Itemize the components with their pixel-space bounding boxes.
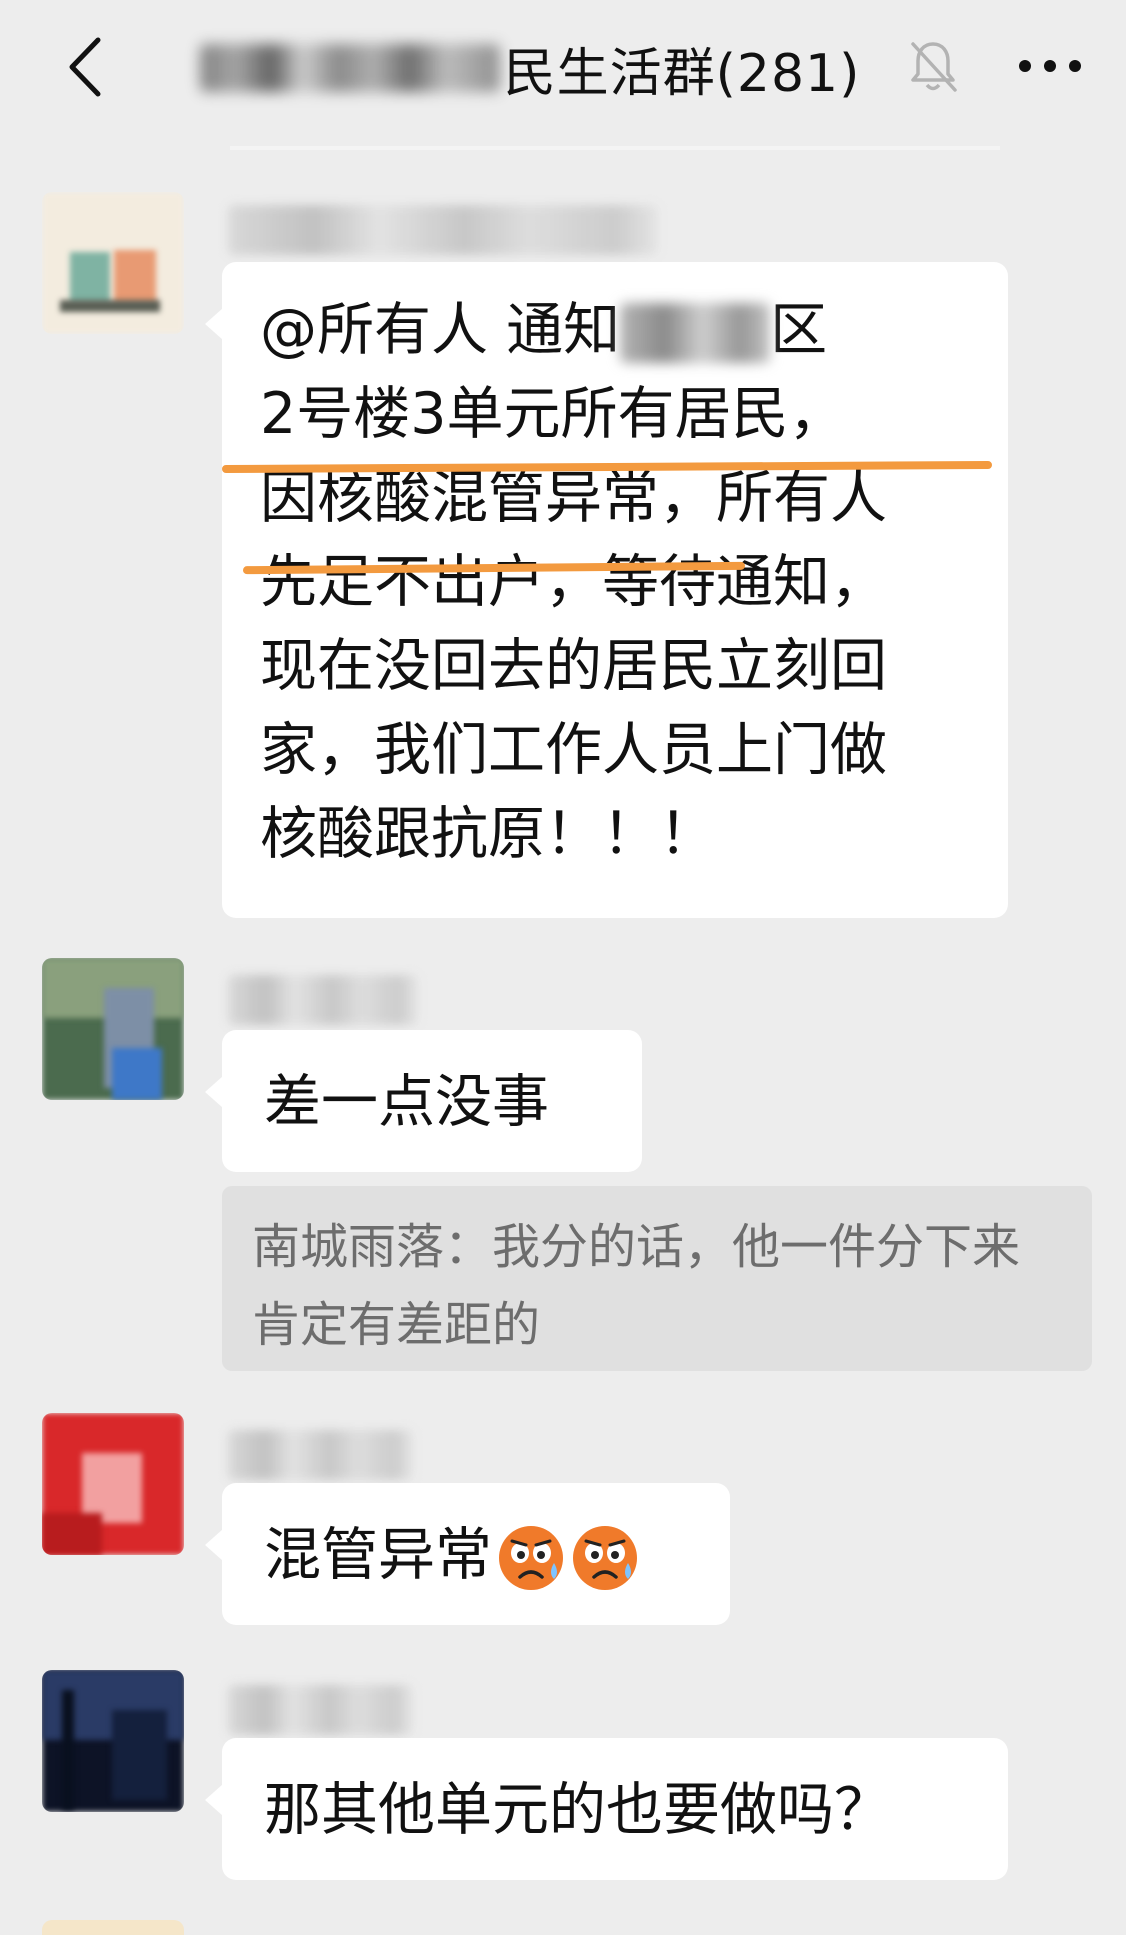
sender-name-redacted xyxy=(228,1685,413,1735)
message-text: 那其他单元的也要做吗？ xyxy=(264,1777,891,1843)
message-bubble[interactable]: 差一点没事 xyxy=(205,1030,642,1172)
chevron-left-icon xyxy=(69,37,101,97)
redacted-group-name xyxy=(199,44,500,92)
sender-name-redacted xyxy=(228,1430,413,1480)
message-line: 核酸跟抗原！！！ xyxy=(260,801,716,867)
avatar[interactable] xyxy=(42,192,184,334)
more-button[interactable] xyxy=(1010,36,1090,96)
message-text: 差一点没事 xyxy=(264,1069,549,1135)
message-line: 先足不出户，等待通知， xyxy=(260,549,887,615)
message-bubble[interactable]: 那其他单元的也要做吗？ xyxy=(205,1738,1008,1880)
message-line: @所有人 通知区 xyxy=(260,297,828,364)
quoted-message[interactable]: 南城雨落：我分的话，他一件分下来肯定有差距的 xyxy=(222,1186,1092,1371)
message-bubble[interactable]: @所有人 通知区 2号楼3单元所有居民， 因核酸混管异常，所有人 先足不出户，等… xyxy=(205,262,1008,918)
chat-title-text: 民生活群(281) xyxy=(503,43,861,104)
anxious-sweat-face-icon xyxy=(573,1526,637,1591)
more-dots-icon xyxy=(1019,60,1081,72)
message-line: 2号楼3单元所有居民， xyxy=(260,381,846,447)
chat-title: 民生活群(281) xyxy=(150,28,910,108)
message-line: 家，我们工作人员上门做 xyxy=(260,717,887,783)
avatar[interactable] xyxy=(42,1413,184,1555)
sender-name-redacted xyxy=(228,205,658,255)
redacted-text xyxy=(620,303,771,364)
back-button[interactable] xyxy=(42,22,132,112)
avatar[interactable] xyxy=(42,958,184,1100)
chat-header: 民生活群(281) xyxy=(0,0,1126,136)
message-bubble[interactable]: 混管异常 xyxy=(205,1483,730,1625)
avatar[interactable] xyxy=(42,1920,184,1935)
message-text: 混管异常 xyxy=(264,1522,492,1588)
sender-name-redacted xyxy=(228,975,418,1025)
anxious-sweat-face-icon xyxy=(499,1526,563,1591)
avatar[interactable] xyxy=(42,1670,184,1812)
message-line: 现在没回去的居民立刻回 xyxy=(260,633,887,699)
divider xyxy=(230,146,1000,150)
bell-off-icon xyxy=(905,36,961,96)
